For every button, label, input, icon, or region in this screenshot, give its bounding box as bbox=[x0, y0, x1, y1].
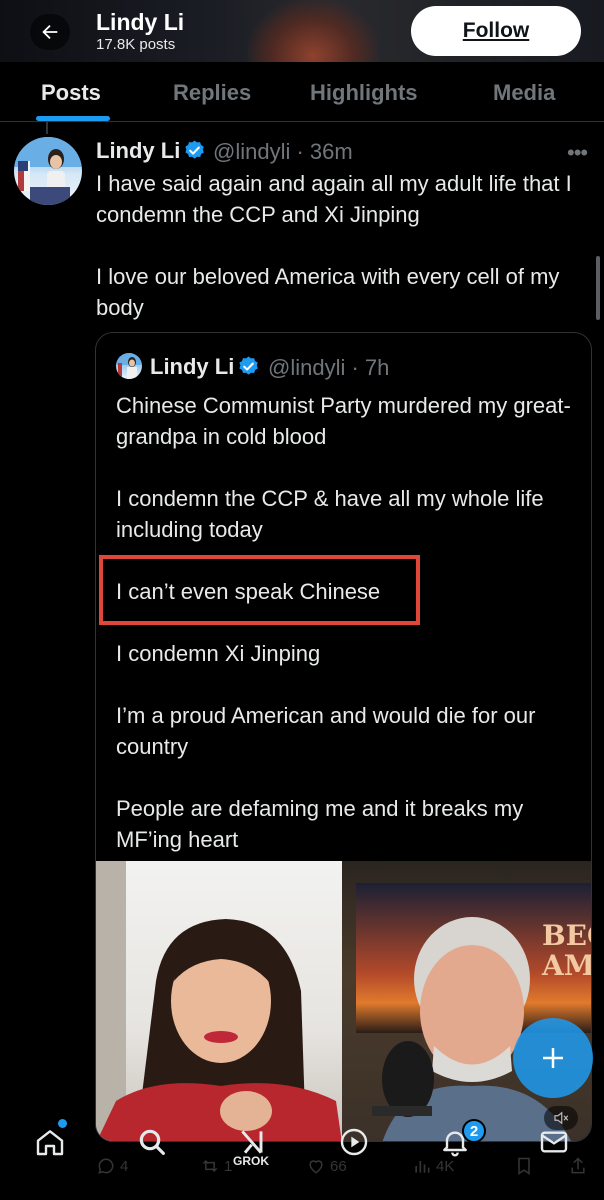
search-icon bbox=[139, 1129, 165, 1155]
bottom-nav bbox=[0, 1108, 604, 1178]
profile-header: Lindy Li 17.8K posts Follow bbox=[0, 0, 604, 62]
thread-line bbox=[46, 122, 48, 134]
quoted-paragraph: I condemn the CCP & have all my whole li… bbox=[116, 486, 544, 542]
plus-icon bbox=[543, 1048, 563, 1068]
post-handle-time[interactable]: @lindyli · 36m bbox=[213, 139, 353, 165]
header-name: Lindy Li bbox=[96, 9, 185, 35]
red-highlight-box bbox=[99, 555, 420, 625]
compose-fab[interactable] bbox=[513, 1018, 593, 1098]
quoted-paragraph: Chinese Communist Party murdered my grea… bbox=[116, 393, 571, 449]
post-paragraph: I have said again and again all my adult… bbox=[96, 171, 572, 227]
grok-label: GROK bbox=[233, 1154, 269, 1168]
arrow-left-icon bbox=[42, 24, 58, 40]
man-figure-image bbox=[372, 917, 571, 1141]
nav-search[interactable] bbox=[132, 1122, 172, 1162]
nav-home[interactable] bbox=[30, 1122, 70, 1162]
verified-badge-icon bbox=[185, 140, 204, 159]
quoted-post[interactable]: Lindy Li @lindyli · 7h Chinese Communist… bbox=[95, 332, 592, 1142]
nav-messages[interactable] bbox=[534, 1122, 574, 1162]
tab-highlights[interactable]: Highlights bbox=[310, 80, 418, 106]
post-author-name[interactable]: Lindy Li bbox=[96, 138, 180, 164]
home-unread-dot bbox=[58, 1119, 67, 1128]
notification-count-badge: 2 bbox=[462, 1119, 486, 1143]
back-button[interactable] bbox=[30, 14, 70, 50]
profile-tabs: Posts Replies Highlights Media bbox=[0, 62, 604, 122]
quoted-avatar bbox=[116, 353, 142, 379]
post-paragraph: I love our beloved America with every ce… bbox=[96, 264, 560, 320]
verified-badge-icon bbox=[239, 356, 258, 375]
mail-icon bbox=[540, 1131, 568, 1153]
post-text: I have said again and again all my adult… bbox=[96, 168, 586, 323]
quoted-paragraph: I condemn Xi Jinping bbox=[116, 641, 321, 666]
quoted-handle-time: @lindyli · 7h bbox=[268, 355, 390, 380]
quoted-author-name: Lindy Li bbox=[150, 354, 235, 379]
quoted-paragraph: I’m a proud American and would die for o… bbox=[116, 703, 536, 759]
video-left-pane bbox=[96, 861, 342, 1141]
post-count: 17.8K posts bbox=[96, 36, 176, 53]
tab-posts[interactable]: Posts bbox=[41, 80, 101, 106]
nav-video[interactable] bbox=[334, 1122, 374, 1162]
quoted-avatar-photo bbox=[116, 353, 142, 379]
active-tab-indicator bbox=[36, 116, 110, 121]
avatar[interactable] bbox=[14, 137, 82, 205]
tab-media[interactable]: Media bbox=[493, 80, 555, 106]
header-banner-image bbox=[248, 0, 378, 62]
quoted-paragraph: People are defaming me and it breaks my … bbox=[116, 796, 524, 852]
scrollbar[interactable] bbox=[596, 256, 600, 320]
more-options-icon[interactable]: ••• bbox=[567, 140, 588, 166]
follow-button[interactable]: Follow bbox=[411, 6, 581, 56]
video-player[interactable]: BECKAM bbox=[96, 861, 591, 1141]
video-right-pane: BECKAM bbox=[342, 861, 591, 1141]
woman-figure-image bbox=[96, 919, 342, 1141]
home-icon bbox=[36, 1130, 64, 1156]
tab-replies[interactable]: Replies bbox=[173, 80, 251, 106]
avatar-photo bbox=[14, 137, 82, 205]
play-circle-icon bbox=[340, 1128, 368, 1156]
